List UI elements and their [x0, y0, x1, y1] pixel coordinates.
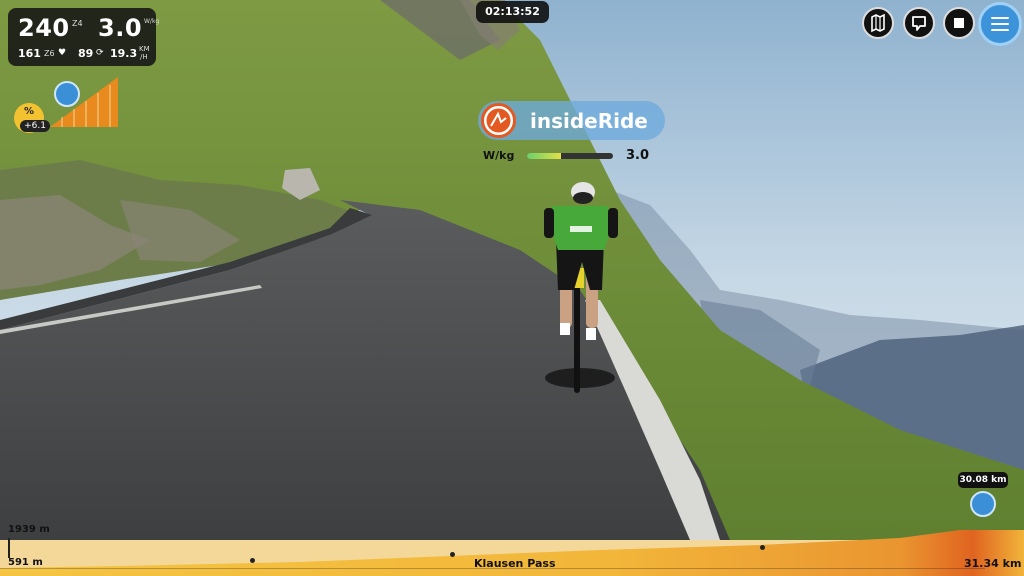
elapsed-timer: 02:13:52 — [476, 1, 549, 23]
chat-icon — [912, 16, 926, 31]
rider-wkg-label: W/kg — [483, 149, 515, 162]
heart-icon: ♥ — [58, 48, 67, 58]
speed-value: 19.3 — [110, 47, 138, 60]
heart-rate-value: 161 — [18, 47, 41, 60]
map-button[interactable] — [862, 7, 894, 39]
wkg-value: 3.0 — [98, 14, 143, 42]
speed-unit-top: KM — [139, 45, 150, 53]
rider-wkg-bar — [527, 153, 613, 159]
hamburger-menu-icon — [991, 17, 1009, 31]
wkg-unit: W/kg — [144, 18, 160, 25]
climb-gradient-chart — [50, 77, 118, 127]
elevation-scale-line — [8, 538, 10, 558]
segment-name: Klausen Pass — [474, 557, 556, 570]
max-elevation-label: 1939 m — [8, 524, 50, 535]
hr-zone: Z6 — [44, 49, 55, 58]
power-value: 240 — [18, 14, 70, 42]
route-position-marker-icon — [970, 491, 996, 517]
power-zone: Z4 — [72, 19, 83, 28]
rider-wkg-fill — [527, 153, 562, 159]
rider-position-marker-icon — [54, 81, 80, 107]
percent-symbol: % — [23, 106, 35, 117]
chat-button[interactable] — [903, 7, 935, 39]
profile-checkpoint — [450, 552, 455, 557]
profile-checkpoint — [760, 545, 765, 550]
rider-wkg-value: 3.0 — [626, 148, 650, 163]
stats-panel: 240 Z4 3.0 W/kg 161 Z6 ♥ 89 ⟳ 19.3 KM /H — [8, 8, 160, 66]
current-distance: 30.08 km — [958, 472, 1008, 488]
cadence-icon: ⟳ — [96, 48, 104, 58]
gradient-value: +6.1 — [20, 120, 50, 132]
stop-button[interactable] — [943, 7, 975, 39]
rider-avatar-icon — [486, 108, 511, 133]
map-icon — [871, 13, 885, 33]
rider-avatar-3d — [544, 182, 618, 393]
total-distance: 31.34 km — [964, 557, 1022, 570]
menu-button[interactable] — [978, 2, 1022, 46]
rider-name: insideRide — [530, 109, 648, 133]
rider-profile-avatar — [481, 103, 516, 138]
scene-background — [0, 0, 1024, 576]
speed-unit-bottom: /H — [140, 53, 148, 61]
cadence-value: 89 — [78, 47, 94, 60]
stop-icon — [954, 18, 964, 28]
min-elevation-label: 591 m — [8, 557, 43, 568]
profile-checkpoint — [250, 558, 255, 563]
